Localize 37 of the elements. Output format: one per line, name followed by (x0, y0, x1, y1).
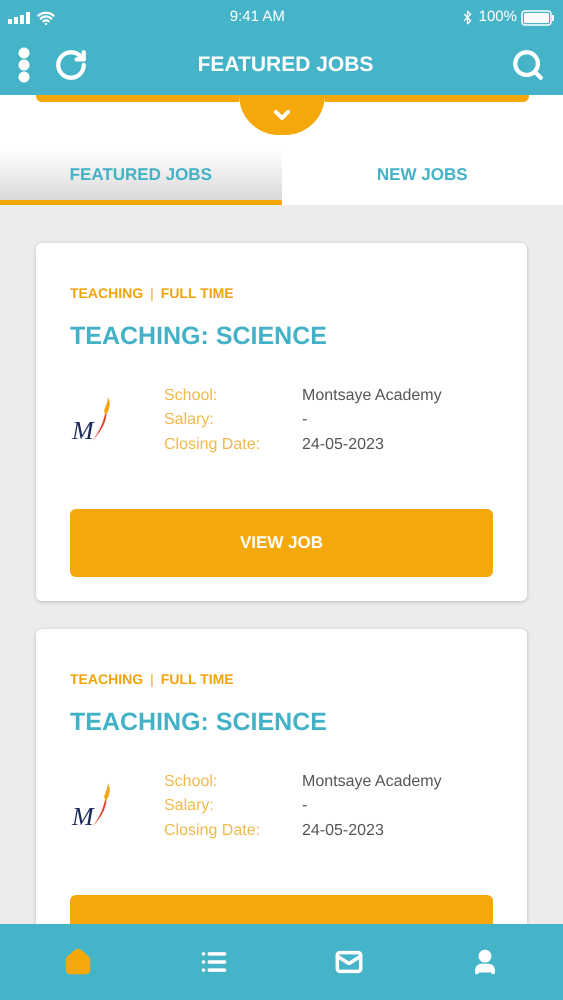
job-tag: FULL TIME (160, 283, 234, 304)
menu-icon (18, 47, 30, 83)
detail-label: School: (164, 386, 218, 406)
school-logo: M (70, 395, 116, 446)
job-tag: TEACHING (70, 283, 144, 304)
school-logo: M (70, 781, 116, 832)
home-icon[interactable] (64, 948, 92, 976)
detail-label: School: (164, 772, 218, 792)
battery-level: 100% (478, 7, 517, 28)
battery-icon (520, 10, 555, 26)
job-tag: FULL TIME (160, 669, 234, 690)
separator: | (150, 670, 154, 689)
view-job-button[interactable]: VIEW JOB (70, 509, 493, 577)
detail-label: Salary: (164, 410, 215, 430)
job-title: TEACHING: SCIENCE (70, 707, 328, 738)
search-icon (511, 48, 545, 82)
detail-value: Montsaye Academy (302, 386, 442, 406)
refresh-button[interactable] (54, 48, 88, 82)
detail-value: 24-05-2023 (302, 820, 385, 840)
detail-label: Closing Date: (164, 434, 262, 454)
wifi-icon (37, 8, 55, 26)
job-title: TEACHING: SCIENCE (70, 321, 328, 352)
detail-value: 24-05-2023 (302, 434, 385, 454)
separator: | (150, 284, 154, 303)
refresh-icon (54, 48, 88, 82)
detail-value: Montsaye Academy (302, 772, 442, 792)
job-tag: TEACHING (70, 669, 144, 690)
search-button[interactable] (511, 48, 545, 82)
detail-label: Closing Date: (164, 820, 262, 840)
status-time: 9:41 AM (230, 7, 285, 28)
detail-label: Salary: (164, 796, 215, 816)
more-menu-button[interactable] (18, 47, 30, 83)
detail-value: - (302, 796, 308, 816)
mail-icon[interactable] (335, 948, 364, 976)
page-title: FEATURED JOBS (196, 52, 374, 78)
signal-icon (8, 12, 32, 24)
detail-value: - (302, 410, 308, 430)
